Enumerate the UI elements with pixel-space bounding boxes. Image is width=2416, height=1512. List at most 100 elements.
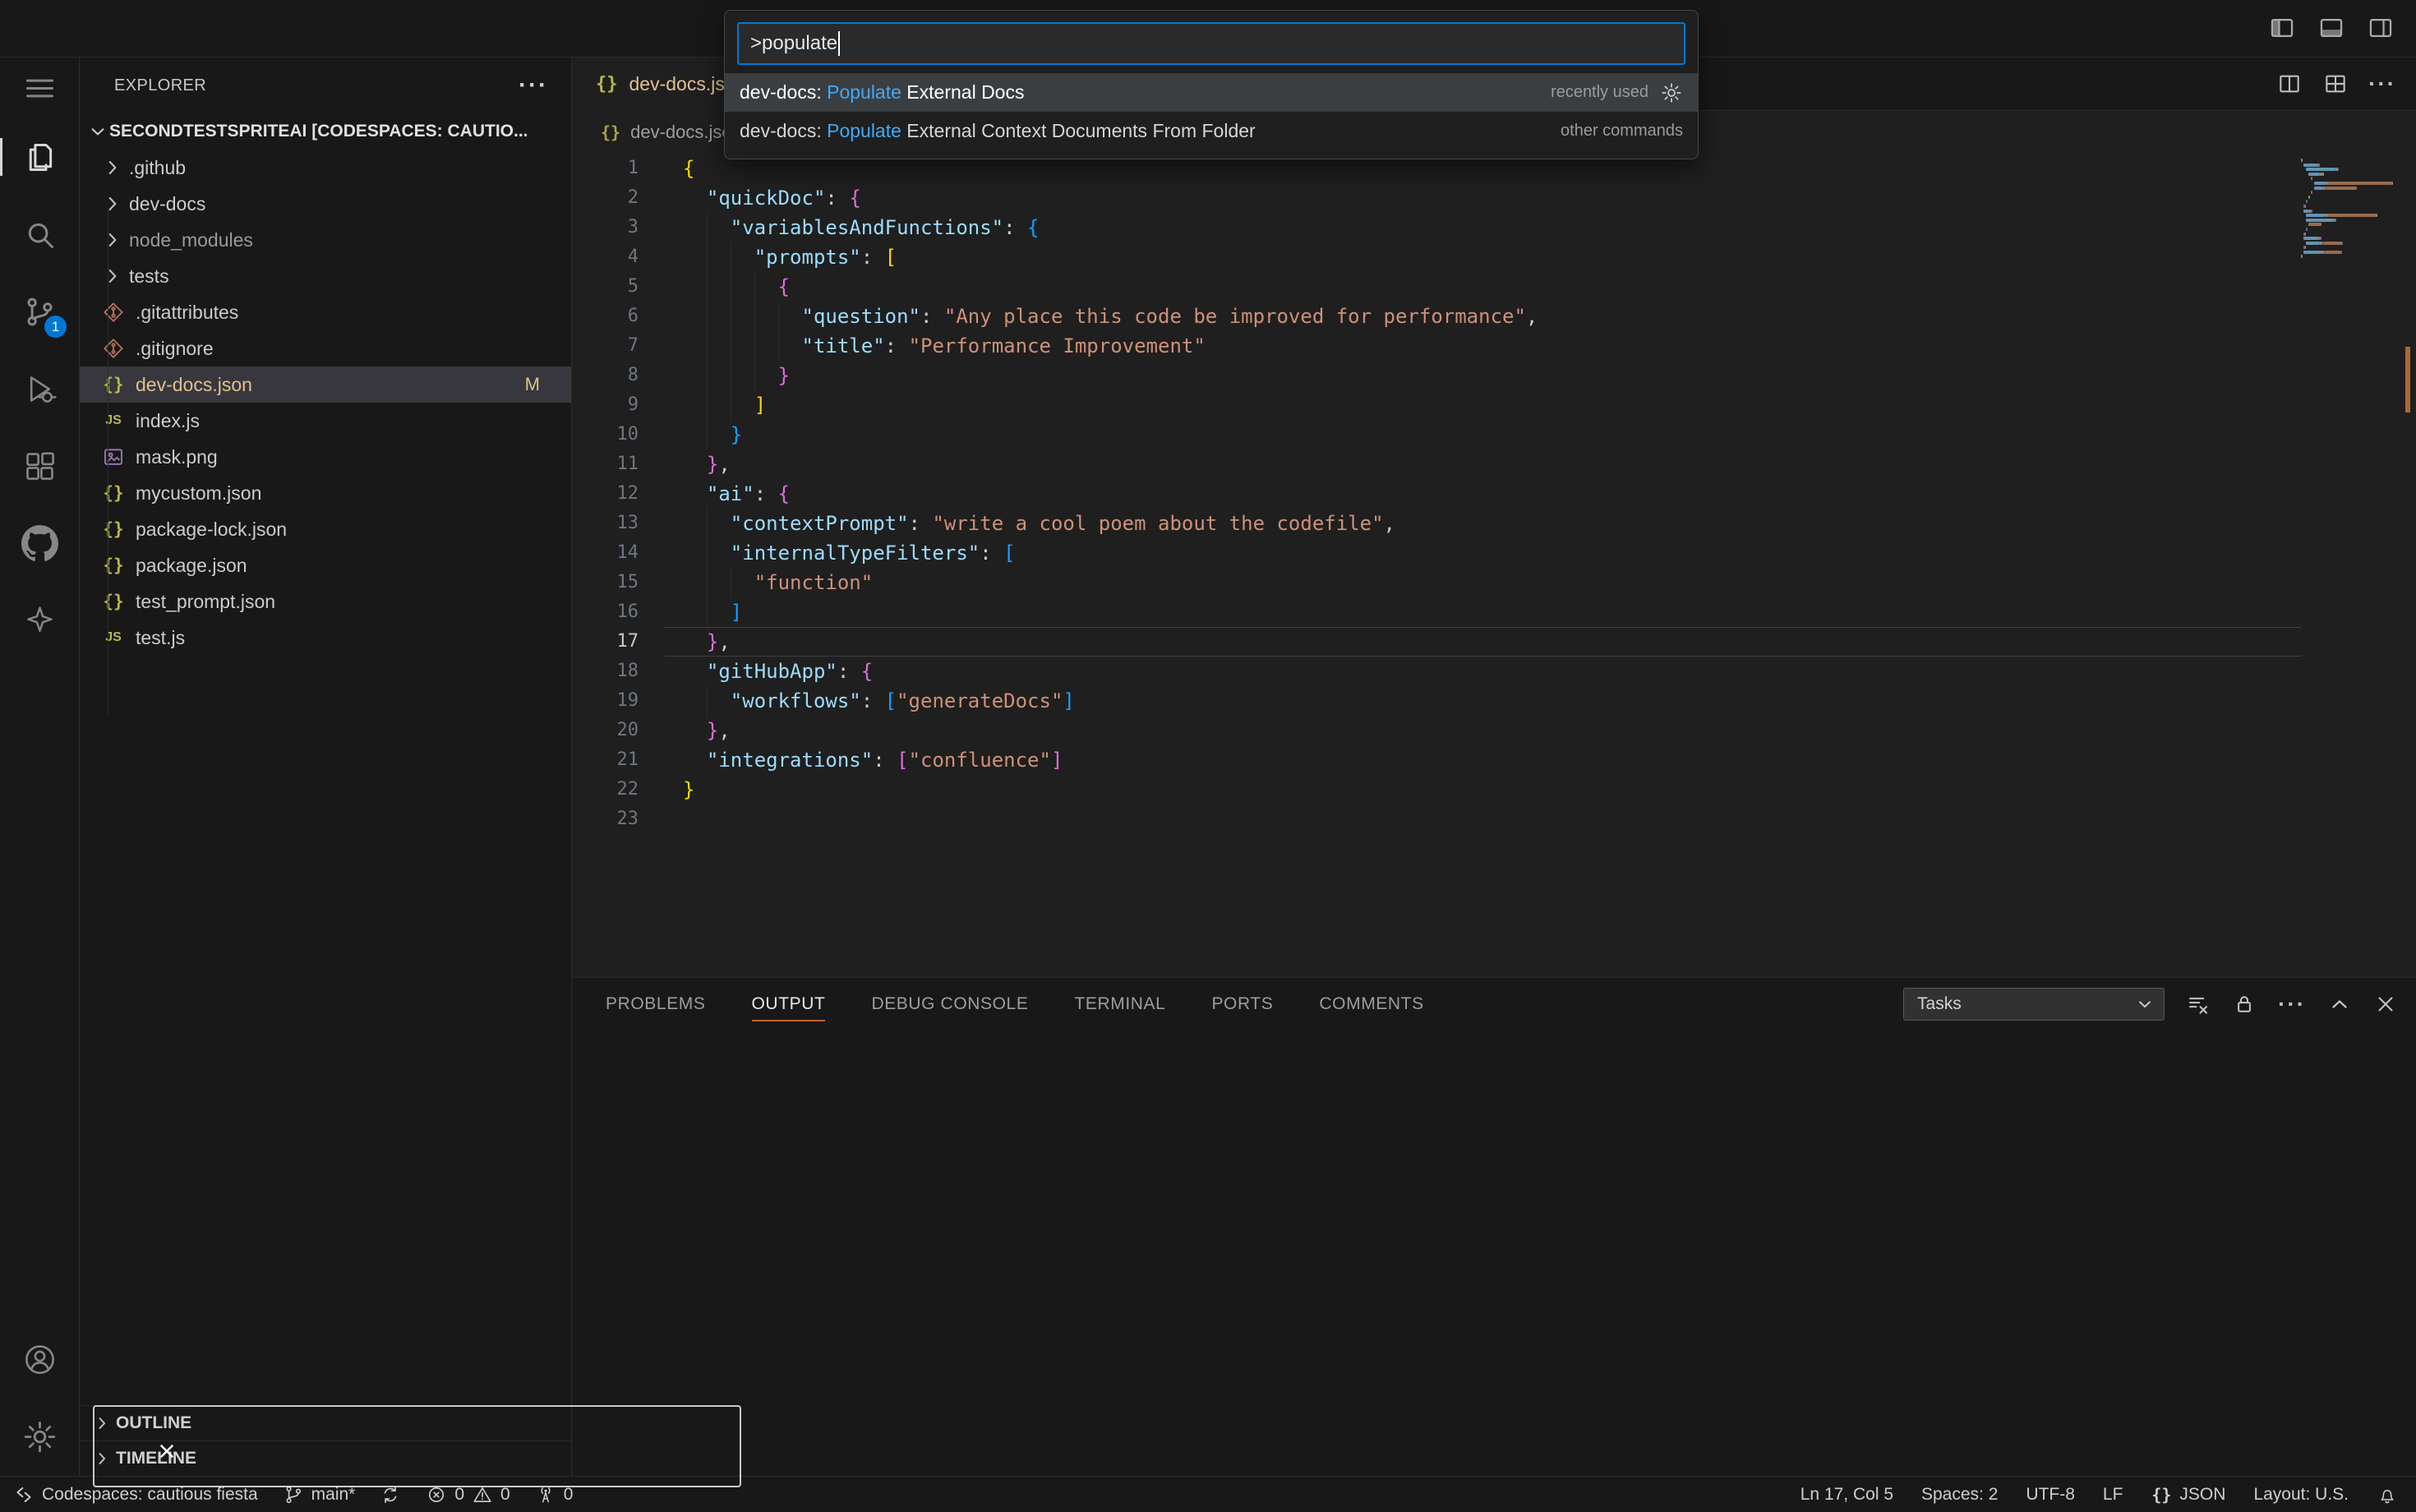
code-line-11[interactable]: }, [665, 449, 2301, 479]
clear-output-icon[interactable] [2186, 992, 2211, 1016]
output-channel-select[interactable]: Tasks [1903, 988, 2165, 1021]
lock-scroll-icon[interactable] [2232, 992, 2257, 1016]
activity-bar-settings-button[interactable] [0, 1404, 79, 1469]
code-line-10[interactable]: } [665, 420, 2301, 449]
code-line-17[interactable]: }, [665, 627, 2301, 657]
toggle-secondary-sidebar-icon[interactable] [2367, 14, 2395, 42]
panel-tab-debug-console[interactable]: DEBUG CONSOLE [871, 978, 1028, 1030]
minimap[interactable] [2301, 152, 2400, 977]
sync-icon [380, 1484, 401, 1505]
command-palette-input[interactable]: >populate [737, 22, 1685, 65]
outline-section-header[interactable]: OUTLINE [80, 1405, 571, 1441]
activity-bar-search-button[interactable] [0, 196, 79, 273]
code-line-12[interactable]: "ai": { [665, 479, 2301, 509]
toggle-sidebar-icon[interactable] [2268, 14, 2296, 42]
explorer-item-tests[interactable]: tests [80, 258, 571, 294]
explorer-item-dev-docs[interactable]: dev-docs [80, 186, 571, 222]
indent-guide [706, 390, 708, 420]
code-line-14[interactable]: "internalTypeFilters": [ [665, 538, 2301, 568]
maximize-panel-icon[interactable] [2327, 992, 2352, 1016]
indent-guide [754, 302, 755, 331]
activity-bar-explorer-button[interactable] [0, 118, 79, 196]
line-number: 13 [616, 513, 639, 533]
panel-tab-output[interactable]: OUTPUT [751, 978, 826, 1030]
bottom-panel: PROBLEMS OUTPUT DEBUG CONSOLE TERMINAL PORTS… [573, 977, 2416, 1476]
explorer-root-folder[interactable]: SECONDTESTSPRITEAI [CODESPACES: CAUTIO..… [80, 113, 571, 150]
status-notifications[interactable] [2377, 1484, 2398, 1505]
explorer-item-.gitattributes[interactable]: .gitattributes [80, 294, 571, 330]
code-line-23[interactable] [665, 804, 2301, 834]
chevronRight-icon [101, 192, 124, 215]
close-panel-icon[interactable] [2373, 992, 2398, 1016]
status-eol[interactable]: LF [2103, 1485, 2123, 1505]
status-sync-button[interactable] [380, 1484, 401, 1505]
code-line-9[interactable]: ] [665, 390, 2301, 420]
status-problems-status[interactable]: 00 [426, 1484, 510, 1505]
status-cursor-position[interactable]: Ln 17, Col 5 [1800, 1485, 1893, 1505]
code-line-13[interactable]: "contextPrompt": "write a cool poem abou… [665, 509, 2301, 538]
code-line-2[interactable]: "quickDoc": { [665, 183, 2301, 213]
explorer-item-.github[interactable]: .github [80, 150, 571, 186]
code-line-21[interactable]: "integrations": ["confluence"] [665, 745, 2301, 775]
editor-content[interactable]: { "quickDoc": { "variablesAndFunctions":… [665, 152, 2301, 977]
panel-tab-problems[interactable]: PROBLEMS [606, 978, 706, 1030]
code-line-22[interactable]: } [665, 775, 2301, 804]
activity-bar-run-and-debug-button[interactable] [0, 350, 79, 427]
image-file-icon [101, 445, 126, 469]
activity-bar-accounts-button[interactable] [0, 1326, 79, 1392]
explorer-item-mask.png[interactable]: mask.png [80, 439, 571, 475]
split-editor-icon[interactable] [2276, 71, 2303, 97]
explorer-item-package-lock.json[interactable]: {} package-lock.json [80, 511, 571, 547]
activity-bar-extensions-button[interactable] [0, 427, 79, 505]
indent-guide [706, 568, 708, 597]
explorer-item-.gitignore[interactable]: .gitignore [80, 330, 571, 366]
toggle-panel-icon[interactable] [2317, 14, 2345, 42]
code-line-20[interactable]: }, [665, 716, 2301, 745]
code-line-5[interactable]: { [665, 272, 2301, 302]
explorer-item-dev-docs.json[interactable]: {} dev-docs.json M [80, 366, 571, 403]
close-cursor-icon [156, 1441, 178, 1462]
sidebar-more-actions-icon[interactable]: ··· [519, 73, 548, 98]
activity-bar-menu-button[interactable] [0, 58, 79, 118]
code-line-3[interactable]: "variablesAndFunctions": { [665, 213, 2301, 242]
status-indentation[interactable]: Spaces: 2 [1921, 1485, 1998, 1505]
code-line-6[interactable]: "question": "Any place this code be impr… [665, 302, 2301, 331]
line-number: 22 [616, 779, 639, 800]
panel-tab-terminal[interactable]: TERMINAL [1074, 978, 1165, 1030]
panel-tab-ports[interactable]: PORTS [1211, 978, 1273, 1030]
editor-layout-icon[interactable] [2322, 71, 2349, 97]
activity-bar-extension-logo-button[interactable] [0, 582, 79, 659]
editor-more-actions-icon[interactable]: ··· [2368, 71, 2396, 97]
palette-item-label: dev-docs: Populate External Context Docu… [740, 120, 1256, 141]
palette-item-1[interactable]: dev-docs: Populate External Docs recently… [725, 73, 1698, 112]
line-number: 19 [616, 690, 639, 711]
panel-tab-comments[interactable]: COMMENTS [1319, 978, 1423, 1030]
code-line-4[interactable]: "prompts": [ [665, 242, 2301, 272]
code-line-16[interactable]: ] [665, 597, 2301, 627]
panel-more-actions-icon[interactable]: ··· [2278, 991, 2306, 1017]
status-encoding[interactable]: UTF-8 [2026, 1485, 2075, 1505]
code-line-15[interactable]: "function" [665, 568, 2301, 597]
status-keyboard-layout[interactable]: Layout: U.S. [2253, 1485, 2349, 1505]
code-line-8[interactable]: } [665, 361, 2301, 390]
configure-keybinding-gear-icon[interactable] [1660, 81, 1683, 104]
explorer-item-mycustom.json[interactable]: {} mycustom.json [80, 475, 571, 511]
activity-bar-github-button[interactable] [0, 505, 79, 582]
explorer-item-test.js[interactable]: JS test.js [80, 620, 571, 656]
explorer-item-package.json[interactable]: {} package.json [80, 547, 571, 583]
code-line-7[interactable]: "title": "Performance Improvement" [665, 331, 2301, 361]
palette-item-2[interactable]: dev-docs: Populate External Context Docu… [725, 112, 1698, 150]
code-line-19[interactable]: "workflows": ["generateDocs"] [665, 686, 2301, 716]
explorer-item-test-prompt.json[interactable]: {} test_prompt.json [80, 583, 571, 620]
explorer-item-node-modules[interactable]: node_modules [80, 222, 571, 258]
outline-label: OUTLINE [116, 1413, 192, 1432]
status-remote-indicator[interactable]: Codespaces: cautious fiesta [13, 1484, 258, 1505]
code-line-18[interactable]: "gitHubApp": { [665, 657, 2301, 686]
line-number: 1 [627, 158, 639, 178]
status-language-mode[interactable]: {} JSON [2151, 1484, 2225, 1505]
activity-bar-source-control-button[interactable]: 1 [0, 273, 79, 350]
status-ports-status[interactable]: 0 [535, 1484, 573, 1505]
timeline-section-header[interactable]: TIMELINE [80, 1441, 571, 1476]
explorer-item-index.js[interactable]: JS index.js [80, 403, 571, 439]
status-branch-status[interactable]: main* [283, 1484, 355, 1505]
